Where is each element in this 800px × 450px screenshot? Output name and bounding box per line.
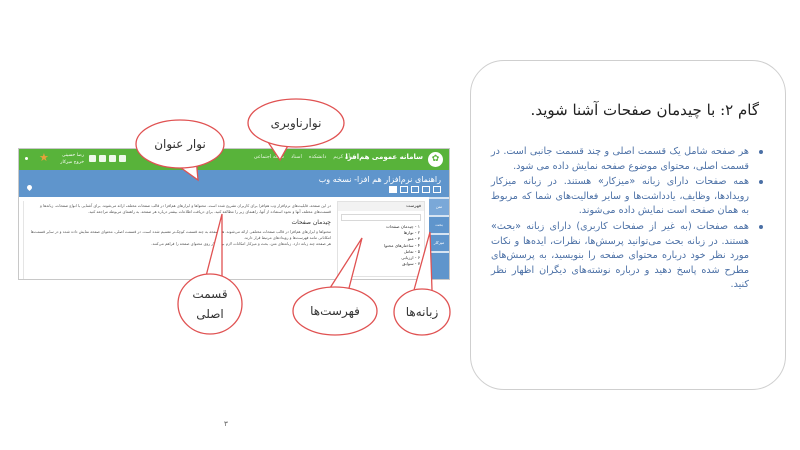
navbar-callout-label: نوارناوبری xyxy=(270,116,322,130)
share-icon[interactable] xyxy=(422,186,430,193)
bullet-item: همه صفحات (به غیر از صفحات کاربری) دارای… xyxy=(491,220,763,293)
bookmark-icon[interactable] xyxy=(89,155,96,162)
nav-link[interactable]: دانشکده xyxy=(309,154,326,160)
document-icon[interactable] xyxy=(99,155,106,162)
app-screenshot: ✿ سامانه عمومی هم‌افزا فرآن کریم دانشکده… xyxy=(18,148,450,280)
tabs-filler xyxy=(429,253,449,279)
navbar: ✿ سامانه عمومی هم‌افزا فرآن کریم دانشکده… xyxy=(19,149,449,170)
toc-callout-label: فهرست‌ها xyxy=(310,304,360,318)
menu-dot-icon[interactable] xyxy=(25,157,28,160)
titlebar: راهنمای نرم‌افزار هم افزا- نسخه وب xyxy=(19,170,449,197)
location-pin-icon[interactable] xyxy=(25,183,34,192)
user-badge-icon: ★ xyxy=(39,151,49,164)
bullet-item: همه صفحات دارای زبانه «میزکار» هستند. در… xyxy=(491,175,763,219)
hamafza-logo-icon: ✿ xyxy=(428,152,443,167)
main-paragraph: محتواها و ابزارهای هم‌افزا در قالب صفحات… xyxy=(30,229,331,240)
main-callout-line1: قسمت xyxy=(192,287,228,301)
edit-icon[interactable] xyxy=(411,186,419,193)
user-links: خروج میزکار xyxy=(60,160,84,165)
slide-title: گام ۲: با چیدمان صفحات آشنا شوید. xyxy=(530,101,759,119)
main-callout-line2: اصلی xyxy=(196,307,224,321)
search-icon[interactable] xyxy=(119,155,126,162)
tabs-column: متن بحث میزکار xyxy=(429,197,449,279)
toc-item[interactable]: ۷ - سوابق xyxy=(338,261,424,267)
main-callout-label: قسمت اصلی xyxy=(180,284,240,324)
nav-links: فرآن کریم دانشکده اسناد شبکه اجتماعی xyxy=(254,154,355,160)
page-number: ۳ xyxy=(224,420,228,428)
user-menu[interactable]: رضا حسینی خروج میزکار xyxy=(49,152,84,166)
view-toggle-icon[interactable] xyxy=(389,186,397,193)
toc-title: فهرست xyxy=(338,202,424,211)
main-paragraph: در این صفحه، قابلیت‌های نرم‌افزار وب هم‌… xyxy=(40,203,331,214)
nav-tools xyxy=(89,155,126,162)
slide-bullets: هر صفحه شامل یک قسمت اصلی و چند قسمت جان… xyxy=(491,145,763,294)
history-icon[interactable] xyxy=(433,186,441,193)
main-heading: چیدمان صفحات xyxy=(291,219,331,226)
print-icon[interactable] xyxy=(400,186,408,193)
tab-desk[interactable]: میزکار xyxy=(429,235,449,251)
tabs-callout-label: زبانه‌ها xyxy=(405,305,439,319)
page-title: راهنمای نرم‌افزار هم افزا- نسخه وب xyxy=(318,175,441,184)
nav-link[interactable]: اسناد xyxy=(291,154,302,160)
users-icon[interactable] xyxy=(109,155,116,162)
toc-panel: فهرست ۱ - چیدمان صفحات ۲ - نوارها ۳ - من… xyxy=(337,201,425,277)
bullet-item: هر صفحه شامل یک قسمت اصلی و چند قسمت جان… xyxy=(491,145,763,174)
user-name: رضا حسینی xyxy=(61,153,84,158)
slide-panel: گام ۲: با چیدمان صفحات آشنا شوید. هر صفح… xyxy=(470,60,786,390)
main-content: در این صفحه، قابلیت‌های نرم‌افزار وب هم‌… xyxy=(29,203,331,277)
tab-discussion[interactable]: بحث xyxy=(429,217,449,233)
toc-search-input[interactable] xyxy=(341,214,421,221)
nav-link[interactable]: فرآن کریم xyxy=(333,154,355,160)
titlebar-tools xyxy=(389,186,441,193)
titlebar-callout-label: نوار عنوان xyxy=(154,137,206,151)
tab-text[interactable]: متن xyxy=(429,199,449,215)
main-paragraph: هر صفحه چند زبانه دارد. زبانه‌های متن، ب… xyxy=(151,241,331,246)
nav-link[interactable]: شبکه اجتماعی xyxy=(254,154,284,160)
nav-brand: سامانه عمومی هم‌افزا xyxy=(345,153,423,161)
